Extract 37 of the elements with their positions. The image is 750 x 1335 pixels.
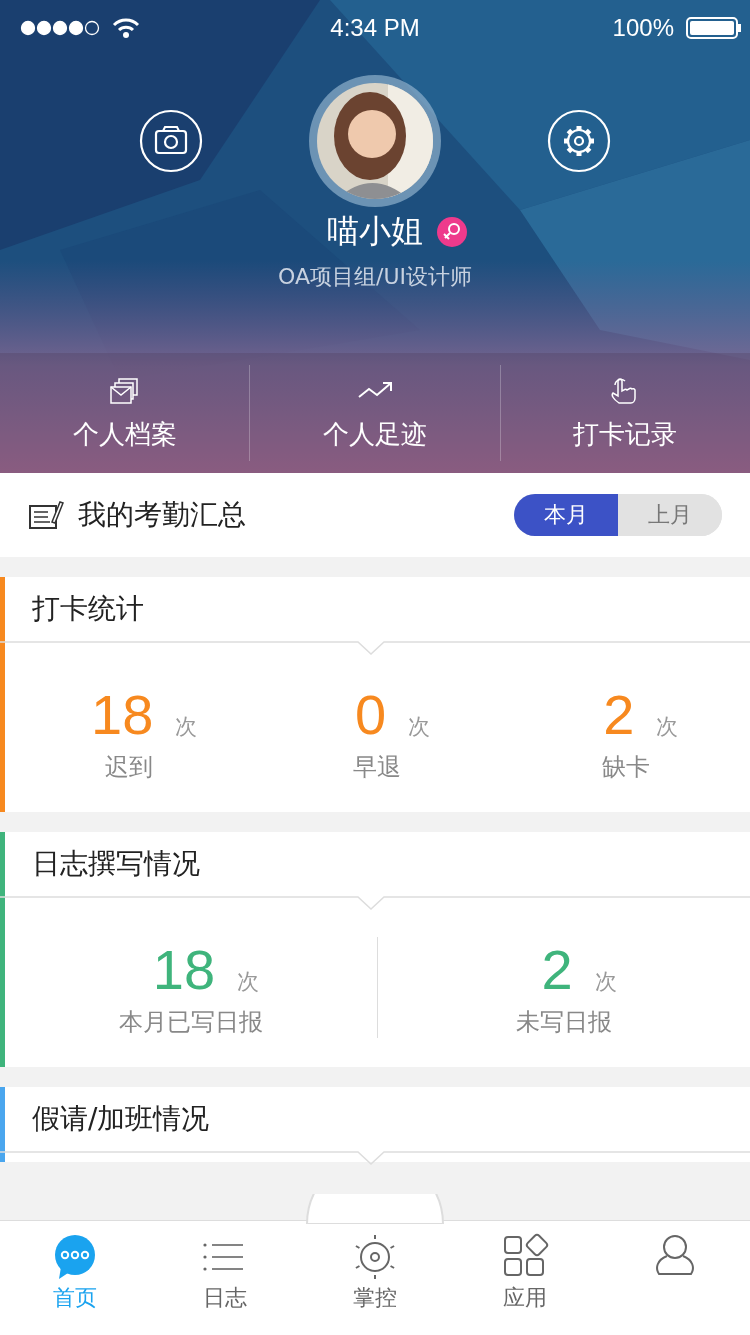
notepad-icon <box>28 500 64 530</box>
stat-unit: 次 <box>175 712 198 741</box>
status-time: 4:34 PM <box>329 14 421 42</box>
section-title: 我的考勤汇总 <box>78 497 246 533</box>
quick-link[interactable]: 个人档案 <box>0 365 250 461</box>
stat-value: 18 <box>152 936 216 1002</box>
period-tab[interactable]: 本月 <box>514 494 618 536</box>
tab-item[interactable]: 应用 <box>450 1221 600 1335</box>
battery-icon <box>686 16 742 40</box>
camera-icon[interactable] <box>139 109 203 173</box>
stat-label: 本月已写日报 <box>119 1006 263 1038</box>
stat-value: 2 <box>603 681 635 747</box>
tab-item[interactable]: 日志 <box>150 1221 300 1335</box>
user-name: 喵小姐 <box>327 211 423 252</box>
stat-unit: 次 <box>237 967 260 996</box>
quick-link[interactable]: 打卡记录 <box>499 365 750 461</box>
stat-unit: 次 <box>594 967 617 996</box>
stat-value: 0 <box>354 681 387 747</box>
female-icon <box>437 217 467 247</box>
settings-icon[interactable] <box>547 109 611 173</box>
battery-percent: 100% <box>612 14 674 42</box>
stat-label: 早退 <box>353 751 402 783</box>
stat-label: 缺卡 <box>601 751 650 783</box>
stat-value: 2 <box>541 936 573 1002</box>
tab-item[interactable]: 掌控 <box>300 1221 450 1335</box>
stat-unit: 次 <box>408 712 431 741</box>
signal-icon <box>20 20 100 36</box>
stat-unit: 次 <box>656 712 679 741</box>
stat-label: 迟到 <box>105 751 154 783</box>
stat-label: 未写日报 <box>516 1006 612 1038</box>
card-title: 打卡统计 <box>31 591 145 627</box>
card-title: 日志撰写情况 <box>31 846 201 882</box>
stat-value: 18 <box>91 681 154 747</box>
wifi-icon <box>112 17 140 39</box>
quick-link[interactable]: 个人足迹 <box>249 365 500 461</box>
user-role: OA项目组/UI设计师 <box>278 263 472 291</box>
card-title: 假请/加班情况 <box>31 1101 211 1137</box>
